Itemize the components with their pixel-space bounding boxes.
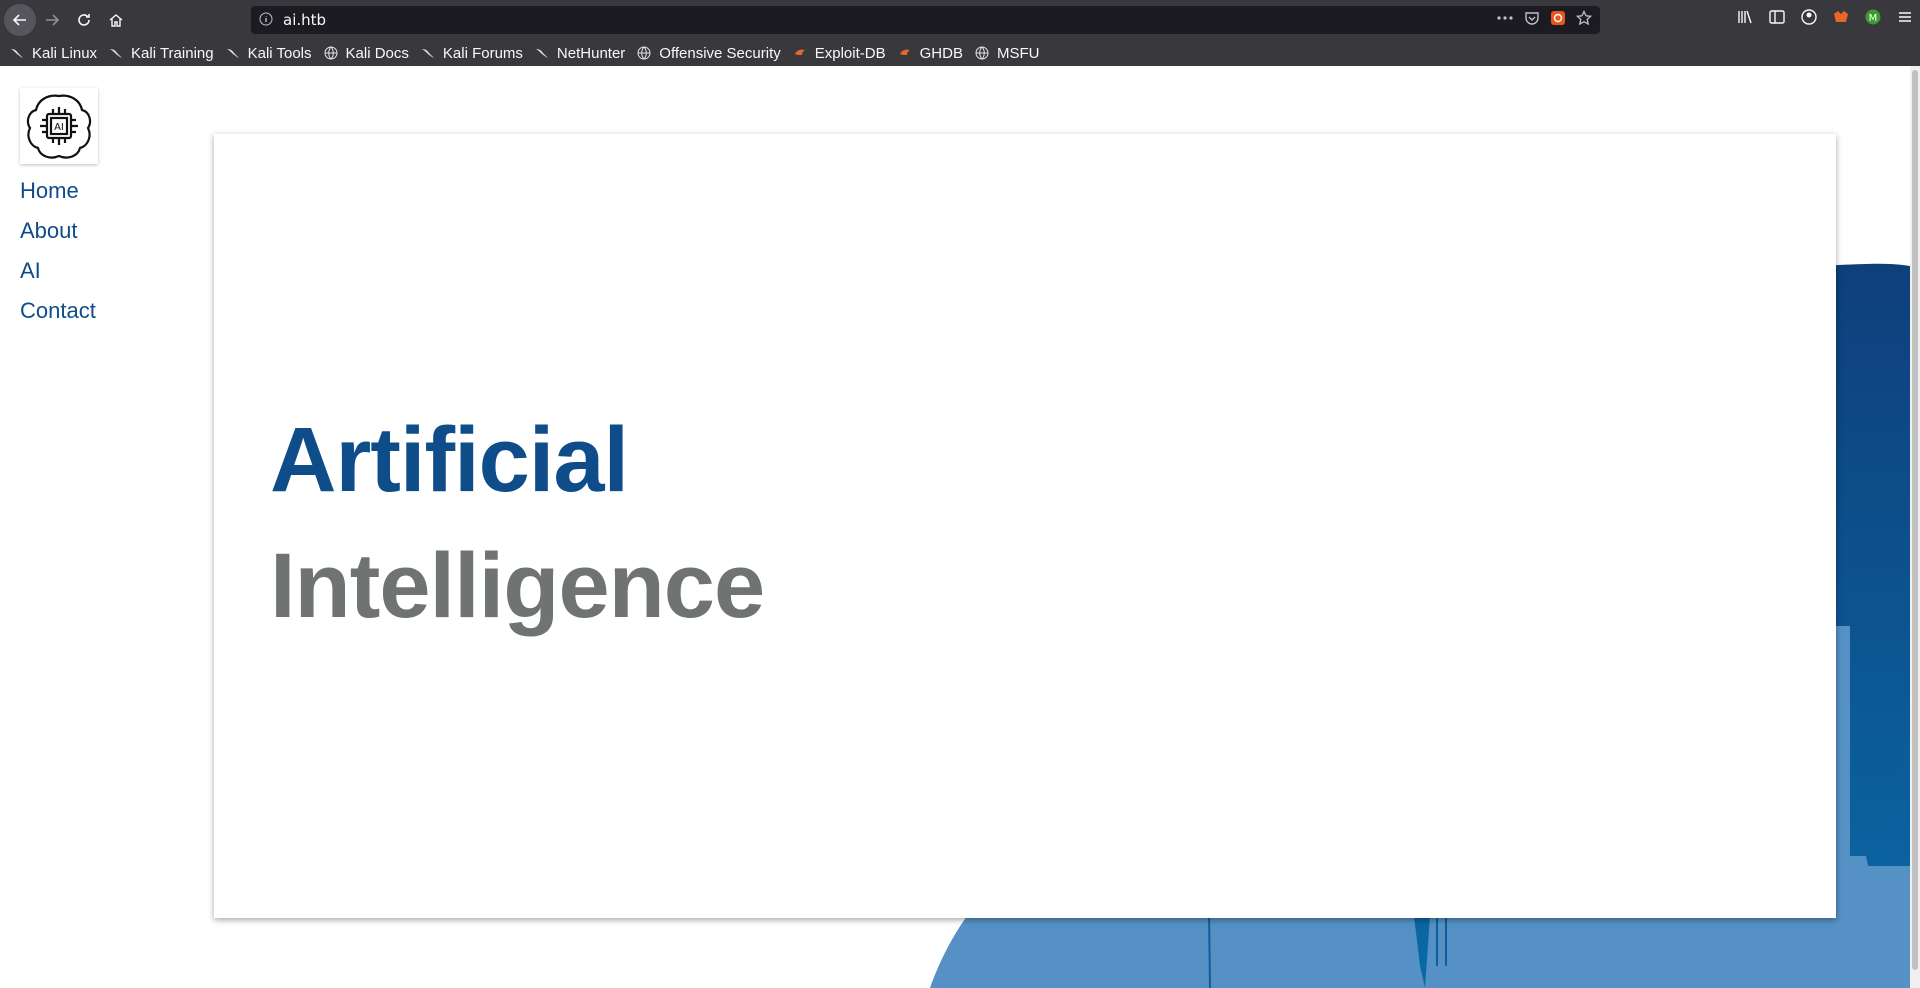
url-text[interactable]: ai.htb [283, 11, 326, 29]
bookmark-label: Kali Docs [345, 44, 409, 62]
bookmark-item[interactable]: Offensive Security [637, 44, 781, 62]
back-button[interactable] [4, 4, 36, 36]
page-actions-menu-icon[interactable] [1496, 11, 1514, 25]
ai-chip-brain-icon: AI [26, 94, 92, 159]
bookmark-label: Exploit-DB [814, 44, 886, 62]
bookmark-label: GHDB [919, 44, 963, 62]
kali-dragon-icon [109, 46, 127, 60]
url-actions [1496, 10, 1592, 26]
nav-home-link[interactable]: Home [20, 176, 96, 216]
svg-text:AI: AI [54, 122, 64, 133]
bookmark-star-icon[interactable] [1576, 10, 1592, 26]
extension-m-icon[interactable]: M [1864, 8, 1882, 26]
toolbar-right: M [1736, 8, 1914, 26]
browser-chrome: ai.htb M Kali Linux Kali Training Kali Too… [0, 0, 1920, 66]
bookmark-label: Kali Forums [442, 44, 523, 62]
bookmarks-toolbar: Kali Linux Kali Training Kali Tools Kali Do… [0, 40, 1920, 66]
home-button[interactable] [100, 4, 132, 36]
page-scrollbar[interactable] [1910, 66, 1920, 988]
scrollbar-thumb[interactable] [1912, 70, 1918, 970]
bookmark-item[interactable]: Exploit-DB [793, 45, 886, 62]
globe-icon [975, 46, 993, 60]
browser-toolbar: ai.htb M [0, 0, 1920, 40]
bookmark-item[interactable]: NetHunter [535, 45, 625, 62]
hero-card [214, 134, 1836, 918]
reload-button[interactable] [68, 4, 100, 36]
headline-artificial: Artificial [270, 409, 629, 511]
nav-ai-link[interactable]: AI [20, 256, 96, 296]
bookmark-label: Kali Linux [32, 44, 98, 62]
exploit-db-icon [793, 46, 811, 60]
url-bar[interactable]: ai.htb [251, 6, 1600, 34]
hamburger-menu-icon[interactable] [1896, 8, 1914, 26]
bookmark-label: Offensive Security [659, 44, 781, 62]
forward-button[interactable] [36, 4, 68, 36]
bookmark-label: Kali Training [131, 44, 214, 62]
kali-dragon-icon [421, 46, 439, 60]
kali-dragon-icon [10, 46, 28, 60]
bookmark-label: Kali Tools [247, 44, 312, 62]
bookmark-item[interactable]: Kali Tools [226, 45, 312, 62]
bookmark-label: MSFU [996, 44, 1040, 62]
bookmark-item[interactable]: MSFU [975, 44, 1040, 62]
kali-dragon-icon [535, 46, 553, 60]
pocket-icon[interactable] [1524, 10, 1540, 26]
page-viewport: AI Home About AI Contact Artificial Inte… [0, 66, 1920, 988]
nav-about-link[interactable]: About [20, 216, 96, 256]
headline-intelligence: Intelligence [270, 535, 765, 637]
globe-icon [637, 46, 655, 60]
site-nav: Home About AI Contact [20, 176, 96, 336]
site-logo[interactable]: AI [20, 88, 98, 164]
home-icon [109, 14, 123, 27]
bookmark-item[interactable]: Kali Linux [10, 45, 97, 62]
reload-icon [78, 14, 90, 26]
library-icon[interactable] [1736, 8, 1754, 26]
bookmark-item[interactable]: Kali Forums [421, 45, 523, 62]
info-icon[interactable] [259, 12, 273, 26]
bookmark-item[interactable]: Kali Docs [324, 45, 409, 62]
back-arrow-icon [12, 14, 26, 26]
svg-text:M: M [1869, 13, 1878, 24]
bookmark-item[interactable]: Kali Training [109, 45, 214, 62]
kali-dragon-icon [226, 46, 244, 60]
bookmark-item[interactable]: GHDB [898, 45, 963, 62]
exploit-db-icon [898, 46, 916, 60]
nav-contact-link[interactable]: Contact [20, 296, 96, 336]
globe-icon [324, 46, 342, 60]
bookmark-label: NetHunter [556, 44, 626, 62]
forward-arrow-icon [46, 14, 60, 26]
ubuntu-extension-icon[interactable] [1550, 10, 1566, 26]
sidebar-toggle-icon[interactable] [1768, 8, 1786, 26]
foxyproxy-icon[interactable] [1832, 8, 1850, 26]
account-icon[interactable] [1800, 8, 1818, 26]
